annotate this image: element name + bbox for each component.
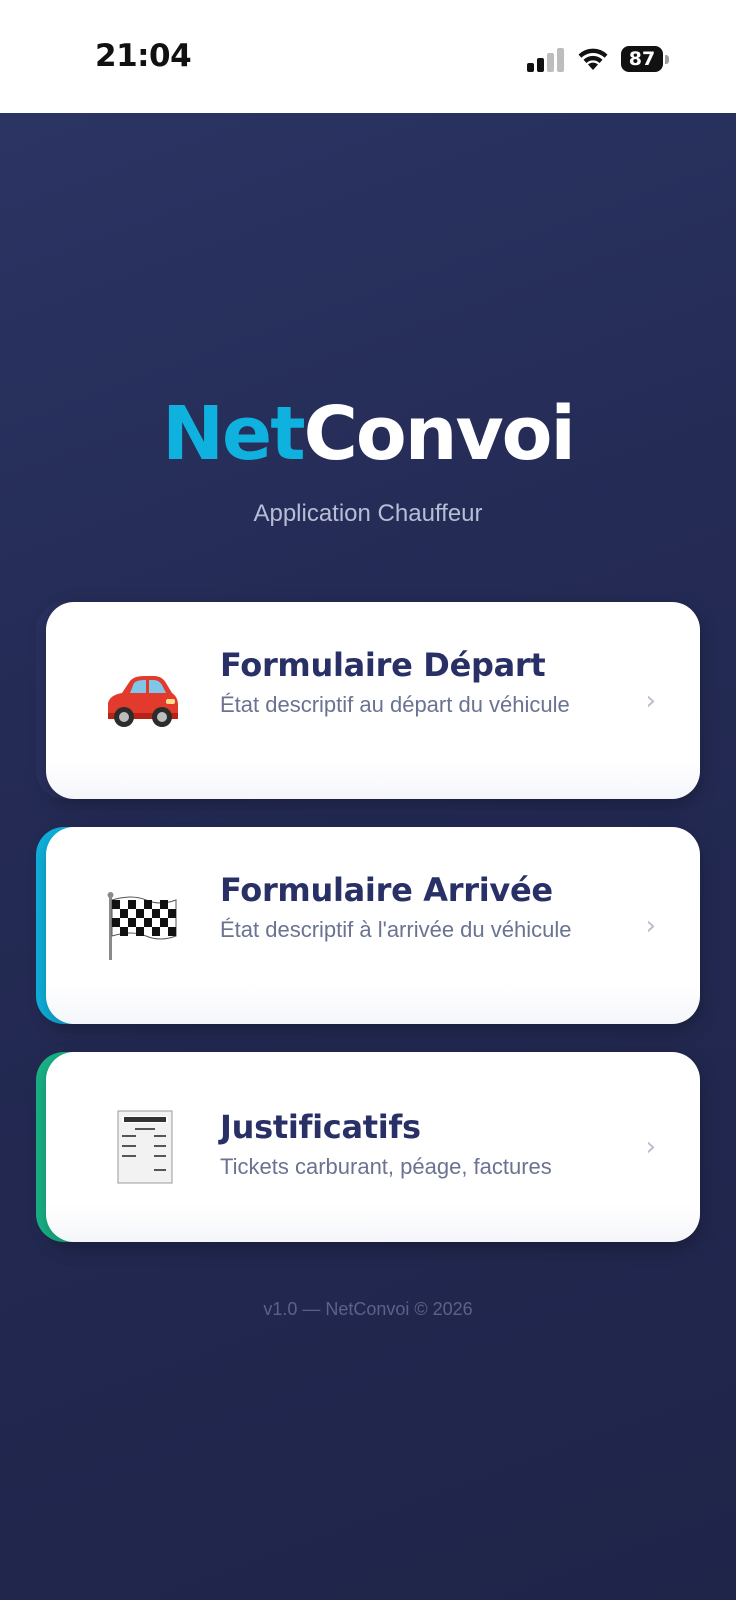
chevron-right-icon: › bbox=[645, 1132, 656, 1162]
card-description: État descriptif à l'arrivée du véhicule bbox=[220, 917, 572, 942]
battery-tip bbox=[665, 55, 669, 64]
card-description: État descriptif au départ du véhicule bbox=[220, 692, 570, 717]
receipt-icon bbox=[117, 1110, 173, 1184]
card-body[interactable]: Formulaire Départ État descriptif au dép… bbox=[46, 602, 700, 799]
menu-card-justificatifs[interactable]: Justificatifs Tickets carburant, péage, … bbox=[36, 1052, 700, 1242]
card-body[interactable]: Formulaire Arrivée État descriptif à l'a… bbox=[46, 827, 700, 1024]
car-icon bbox=[108, 675, 178, 727]
status-icons: 87 bbox=[527, 44, 677, 74]
wifi-icon bbox=[578, 48, 608, 70]
logo-convoi: Convoi bbox=[303, 391, 576, 477]
logo-net: Net bbox=[162, 391, 305, 477]
card-title: Formulaire Départ bbox=[220, 646, 546, 684]
card-description: Tickets carburant, péage, factures bbox=[220, 1154, 552, 1179]
home-screen: NetConvoi Application Chauffeur Formulai… bbox=[0, 113, 736, 1600]
card-title: Formulaire Arrivée bbox=[220, 871, 553, 909]
footer-version: v1.0 — NetConvoi © 2026 bbox=[263, 1299, 473, 1319]
card-body[interactable]: Justificatifs Tickets carburant, péage, … bbox=[46, 1052, 700, 1242]
status-bar: 21:04 87 bbox=[0, 0, 736, 113]
checkered-flag-icon bbox=[107, 891, 177, 960]
battery-icon: 87 bbox=[621, 46, 663, 72]
menu-card-arrivee[interactable]: Formulaire Arrivée État descriptif à l'a… bbox=[36, 827, 700, 1024]
chevron-right-icon: › bbox=[645, 910, 656, 941]
status-time: 21:04 bbox=[95, 38, 192, 74]
card-title: Justificatifs bbox=[220, 1108, 421, 1146]
app-subtitle: Application Chauffeur bbox=[253, 500, 483, 527]
menu-card-depart[interactable]: Formulaire Départ État descriptif au dép… bbox=[36, 602, 700, 799]
chevron-right-icon: › bbox=[645, 685, 656, 716]
app-logo: NetConvoi bbox=[0, 391, 736, 477]
signal-icon bbox=[527, 48, 564, 72]
